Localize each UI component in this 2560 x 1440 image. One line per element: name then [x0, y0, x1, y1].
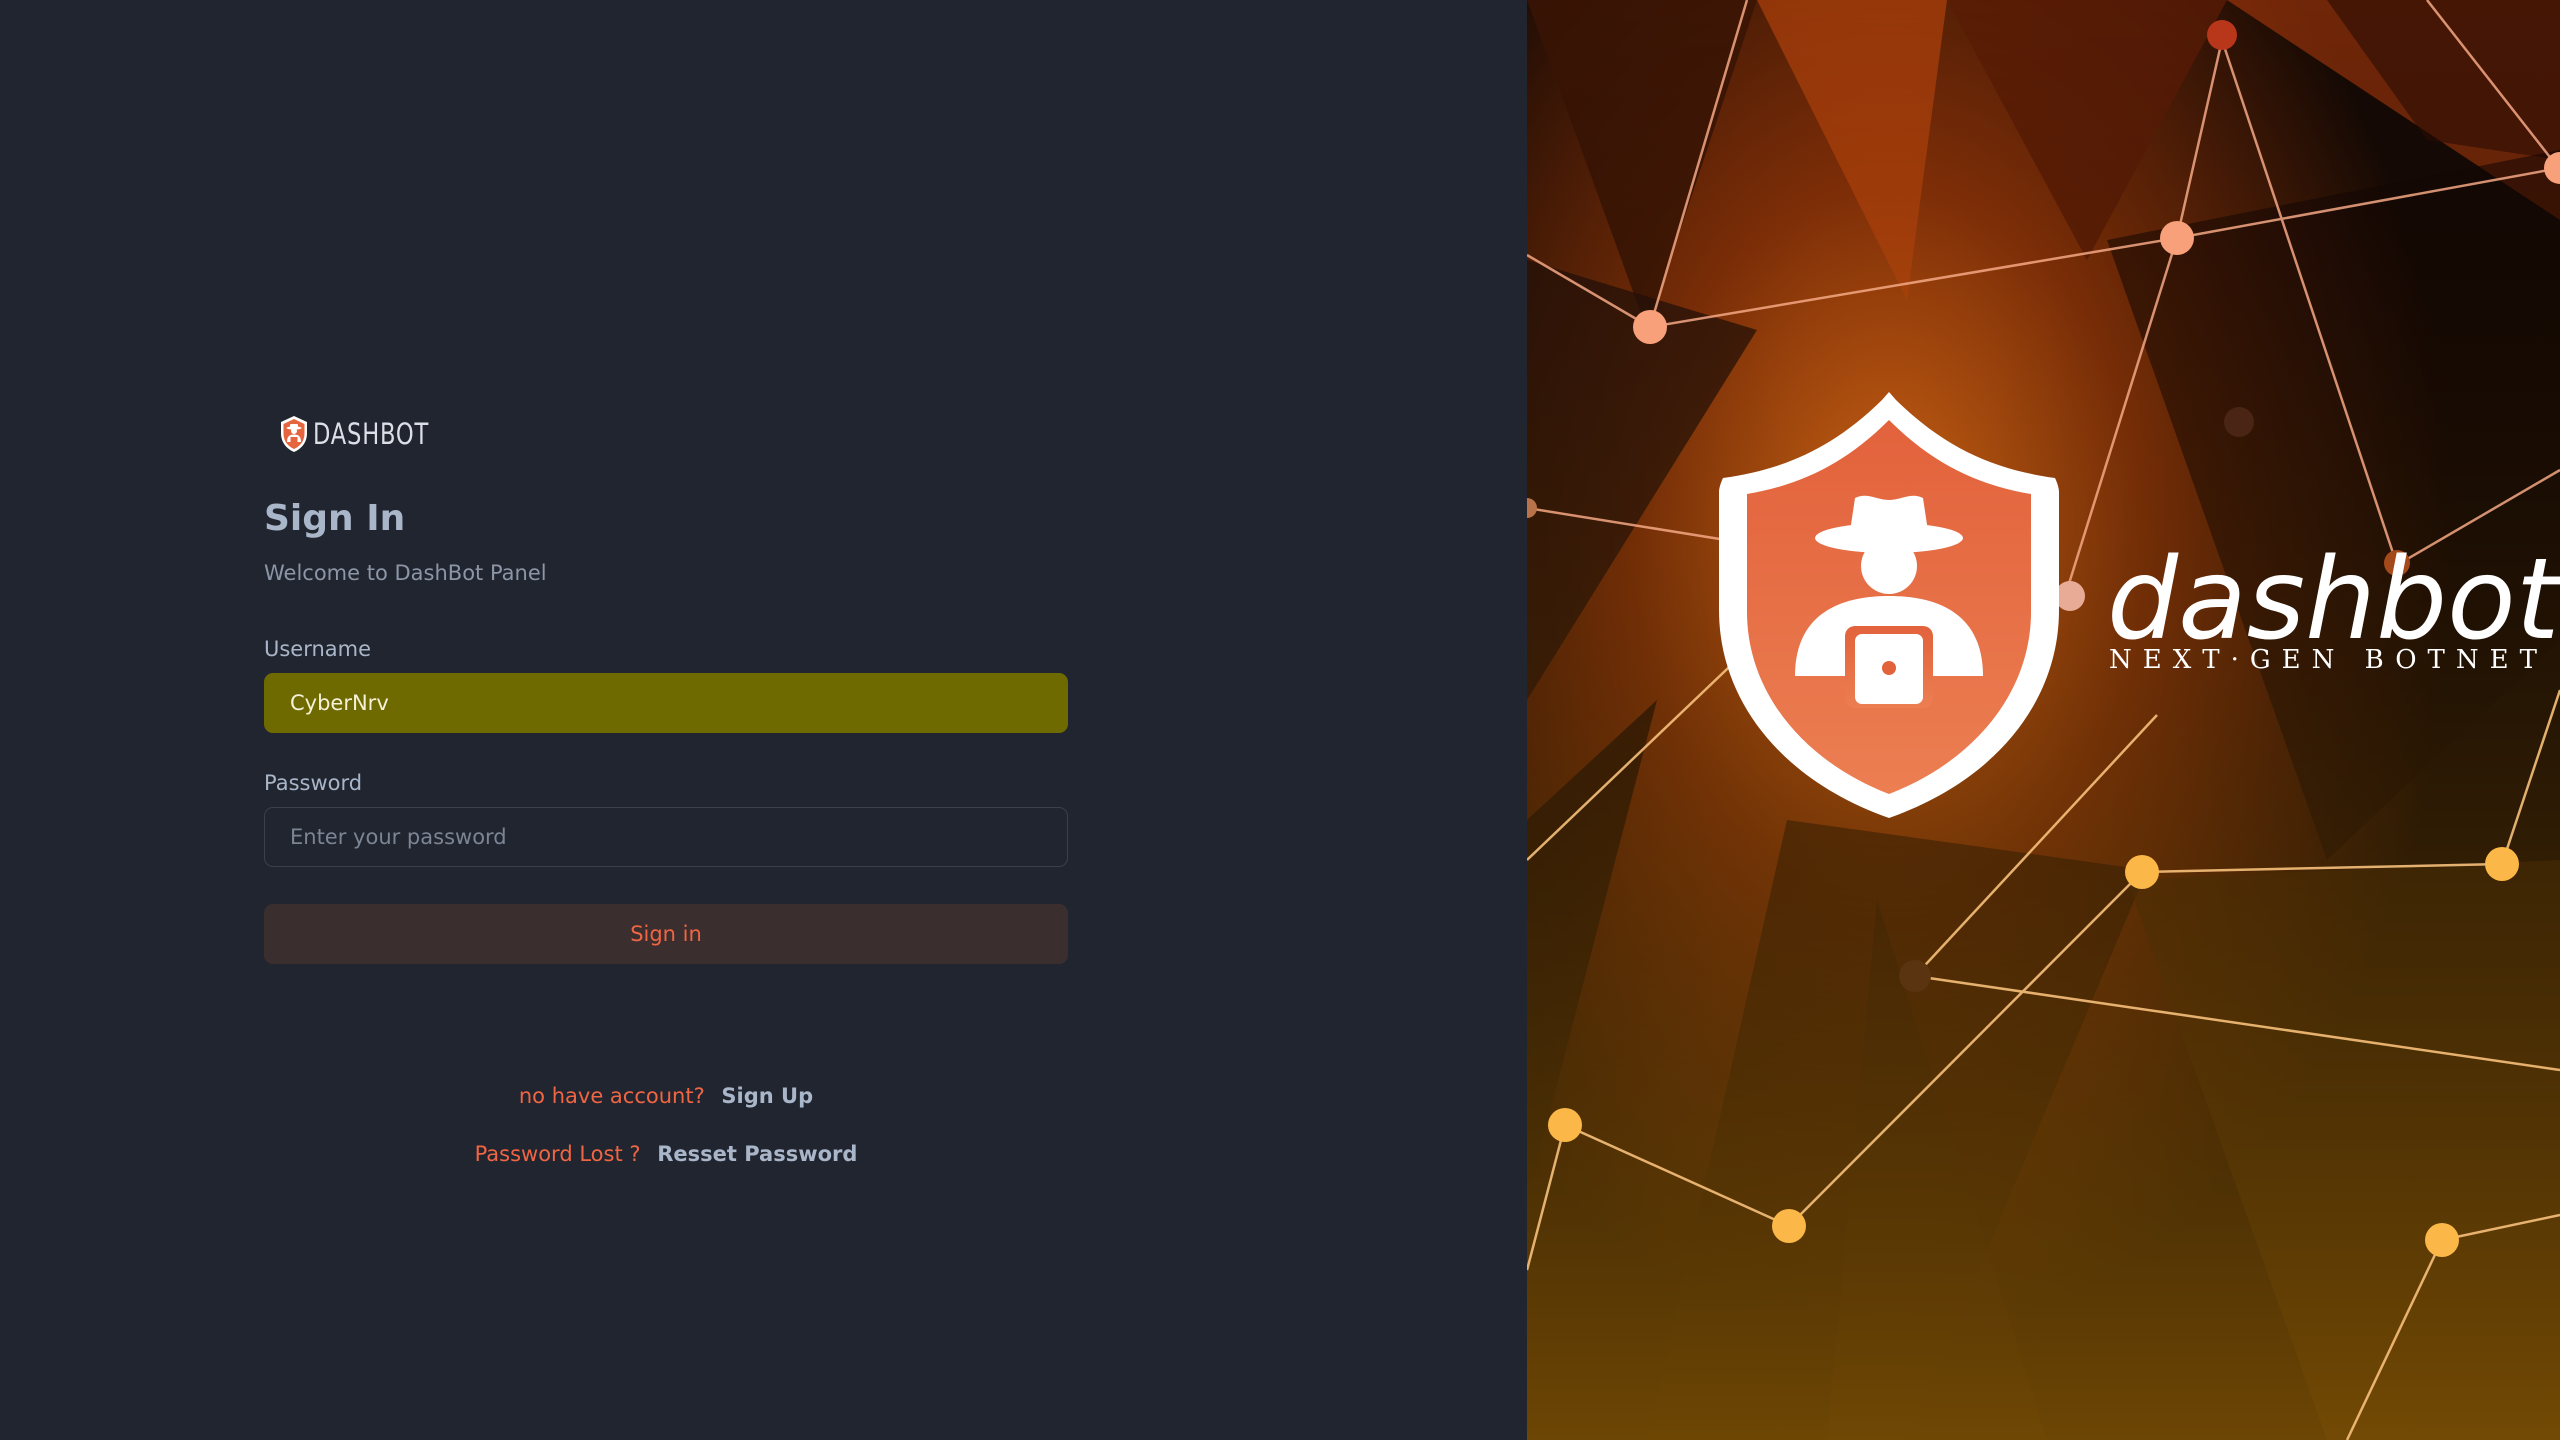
page-title: Sign In [264, 498, 406, 539]
reset-row: Password Lost ? Resset Password [264, 1142, 1068, 1200]
sign-up-link[interactable]: Sign Up [721, 1084, 813, 1108]
brand-name: DASHBOT [313, 417, 430, 451]
sign-in-button[interactable]: Sign in [264, 904, 1068, 964]
login-page: DASHBOT Sign In Welcome to DashBot Panel… [0, 0, 2560, 1440]
login-panel: DASHBOT Sign In Welcome to DashBot Panel… [0, 0, 1527, 1440]
auth-links: no have account? Sign Up Password Lost ?… [264, 1084, 1068, 1200]
brand: DASHBOT [279, 410, 1068, 458]
no-account-text: no have account? [518, 1084, 705, 1108]
page-subtitle: Welcome to DashBot Panel [264, 561, 547, 585]
login-form: DASHBOT Sign In Welcome to DashBot Panel… [264, 410, 1068, 1200]
signup-row: no have account? Sign Up [264, 1084, 1068, 1142]
hero-illustration: dashbot NEXT·GEN BOTNET [1527, 0, 2560, 1440]
reset-password-link[interactable]: Resset Password [657, 1142, 857, 1166]
password-input[interactable] [264, 807, 1068, 867]
shield-hacker-icon [281, 416, 307, 452]
username-label: Username [264, 637, 372, 661]
hero-tagline: NEXT·GEN BOTNET [2109, 645, 2548, 675]
password-label: Password [264, 771, 363, 795]
username-input[interactable] [264, 673, 1068, 733]
password-lost-text: Password Lost ? [474, 1142, 641, 1166]
hero-panel: dashbot NEXT·GEN BOTNET [1527, 0, 2560, 1440]
